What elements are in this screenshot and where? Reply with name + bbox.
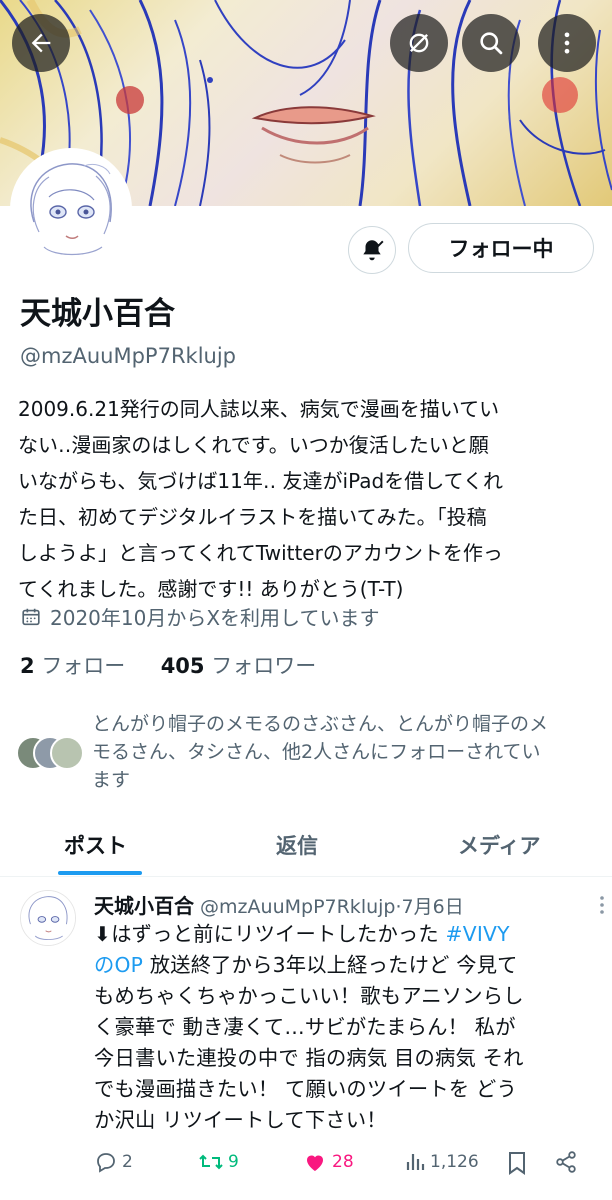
post-line: 今日書いた連投の中で 指の病気 目の病気 それ [94,1046,524,1070]
views-icon [406,1154,425,1170]
bio-line: いながらも、気づけば11年‥ 友達がiPadを借してくれ [18,469,504,493]
tab-media[interactable]: メディア [458,830,541,860]
followers-label: フォロワー [211,654,317,678]
reply-button[interactable]: 2 [94,1150,133,1174]
bio-line: 2009.6.21発行の同人誌以来、病気で漫画を描いてい [18,397,500,421]
post-line: か沢山 リツイートして下さい！ [94,1108,387,1132]
following-label: フォロー [41,654,126,678]
link-off-icon [409,33,429,53]
post-actions: 2 9 28 1,126 [94,1150,594,1182]
repost-button[interactable]: 9 [198,1150,239,1174]
post-author-handle[interactable]: @mzAuuMpP7Rklujp [200,896,395,918]
like-count: 28 [332,1152,354,1172]
reply-count: 2 [122,1152,133,1172]
notification-bell-button[interactable] [348,226,396,274]
post-date[interactable]: 7月6日 [402,896,464,918]
avatar-illustration [14,152,128,266]
share-icon [556,1151,576,1173]
post-author-name[interactable]: 天城小百合 [94,894,194,918]
bookmark-button[interactable] [506,1150,532,1176]
bio-line: しようよ」と言ってくれてTwitterのアカウントを作っ [18,541,503,565]
views-button[interactable]: 1,126 [404,1150,479,1174]
joined-date: 2020年10月からXを利用しています [20,602,379,631]
share-button[interactable] [554,1150,582,1174]
repost-icon [199,1154,223,1170]
following-count: 2 [20,654,35,678]
followed-by-text: とんがり帽子のメモるのさぶさん、とんがり帽子のメ モるさん、タシさん、他2人さん… [92,710,597,794]
hashtag-link[interactable]: #VIVY [446,922,510,946]
link-off-button[interactable] [390,14,448,72]
post-line: ⬇はずっと前にリツイートしたかった #VIVY [94,922,510,946]
following-link[interactable]: 2 フォロー [20,654,125,678]
search-icon [480,32,503,55]
more-vertical-icon [564,32,570,54]
active-tab-indicator [58,871,142,875]
post-avatar[interactable] [20,890,76,946]
tab-posts[interactable]: ポスト [64,830,127,860]
reply-icon [97,1153,115,1173]
post-header: 天城小百合 @mzAuuMpP7Rklujp·7月6日 [94,890,464,919]
post-more-button[interactable] [598,894,606,920]
calendar-icon [22,608,40,625]
followers-link[interactable]: 405 フォロワー [161,654,317,678]
back-button[interactable] [12,14,70,72]
like-button[interactable]: 28 [302,1150,354,1174]
followers-count: 405 [160,654,205,678]
heart-icon [307,1155,323,1171]
more-options-button[interactable] [538,14,596,72]
repost-count: 9 [228,1152,239,1172]
profile-name: 天城小百合 [20,296,175,332]
following-button[interactable]: フォロー中 [408,223,594,273]
avatar-illustration [21,891,75,945]
bio-line: た日、初めてデジタルイラストを描いてみた。「投稿 [18,505,487,529]
search-button[interactable] [462,14,520,72]
profile-bio: 2009.6.21発行の同人誌以来、病気で漫画を描いてい ない‥漫画家のはしくれ… [18,391,598,607]
post-line: でも漫画描きたい！ て願いのツイートを どう [94,1077,517,1101]
back-arrow-icon [31,33,51,53]
more-vertical-icon [600,896,604,914]
followed-by-line: ます [92,769,131,791]
profile-avatar[interactable] [10,148,132,270]
tab-replies[interactable]: 返信 [276,830,318,860]
post-line: もめちゃくちゃかっこいい！歌もアニソンらし [94,984,524,1008]
bell-check-icon [363,240,384,261]
views-count: 1,126 [430,1152,479,1172]
profile-handle: @mzAuuMpP7Rklujp [20,344,236,368]
follower-avatar [50,736,84,770]
bookmark-icon [509,1152,525,1175]
followed-by-line: とんがり帽子のメモるのさぶさん、とんがり帽子のメ [92,713,549,735]
post-line: のOP 放送終了から3年以上経ったけど 今見て [94,953,518,977]
post-text: ⬇はずっと前にリツイートしたかった #VIVY のOP 放送終了から3年以上経っ… [94,919,589,1136]
follow-counts: 2 フォロー 405 フォロワー [20,650,316,680]
post-line: く豪華で 動き凄くて…サビがたまらん！ 私が [94,1015,516,1039]
bio-line: ない‥漫画家のはしくれです。いつか復活したいと願 [18,433,489,457]
hashtag-link[interactable]: のOP [94,953,143,977]
followed-by-line: モるさん、タシさん、他2人さんにフォローされてい [92,741,541,763]
joined-text: 2020年10月からXを利用しています [50,606,380,630]
profile-tabs: ポスト 返信 メディア [0,818,612,877]
